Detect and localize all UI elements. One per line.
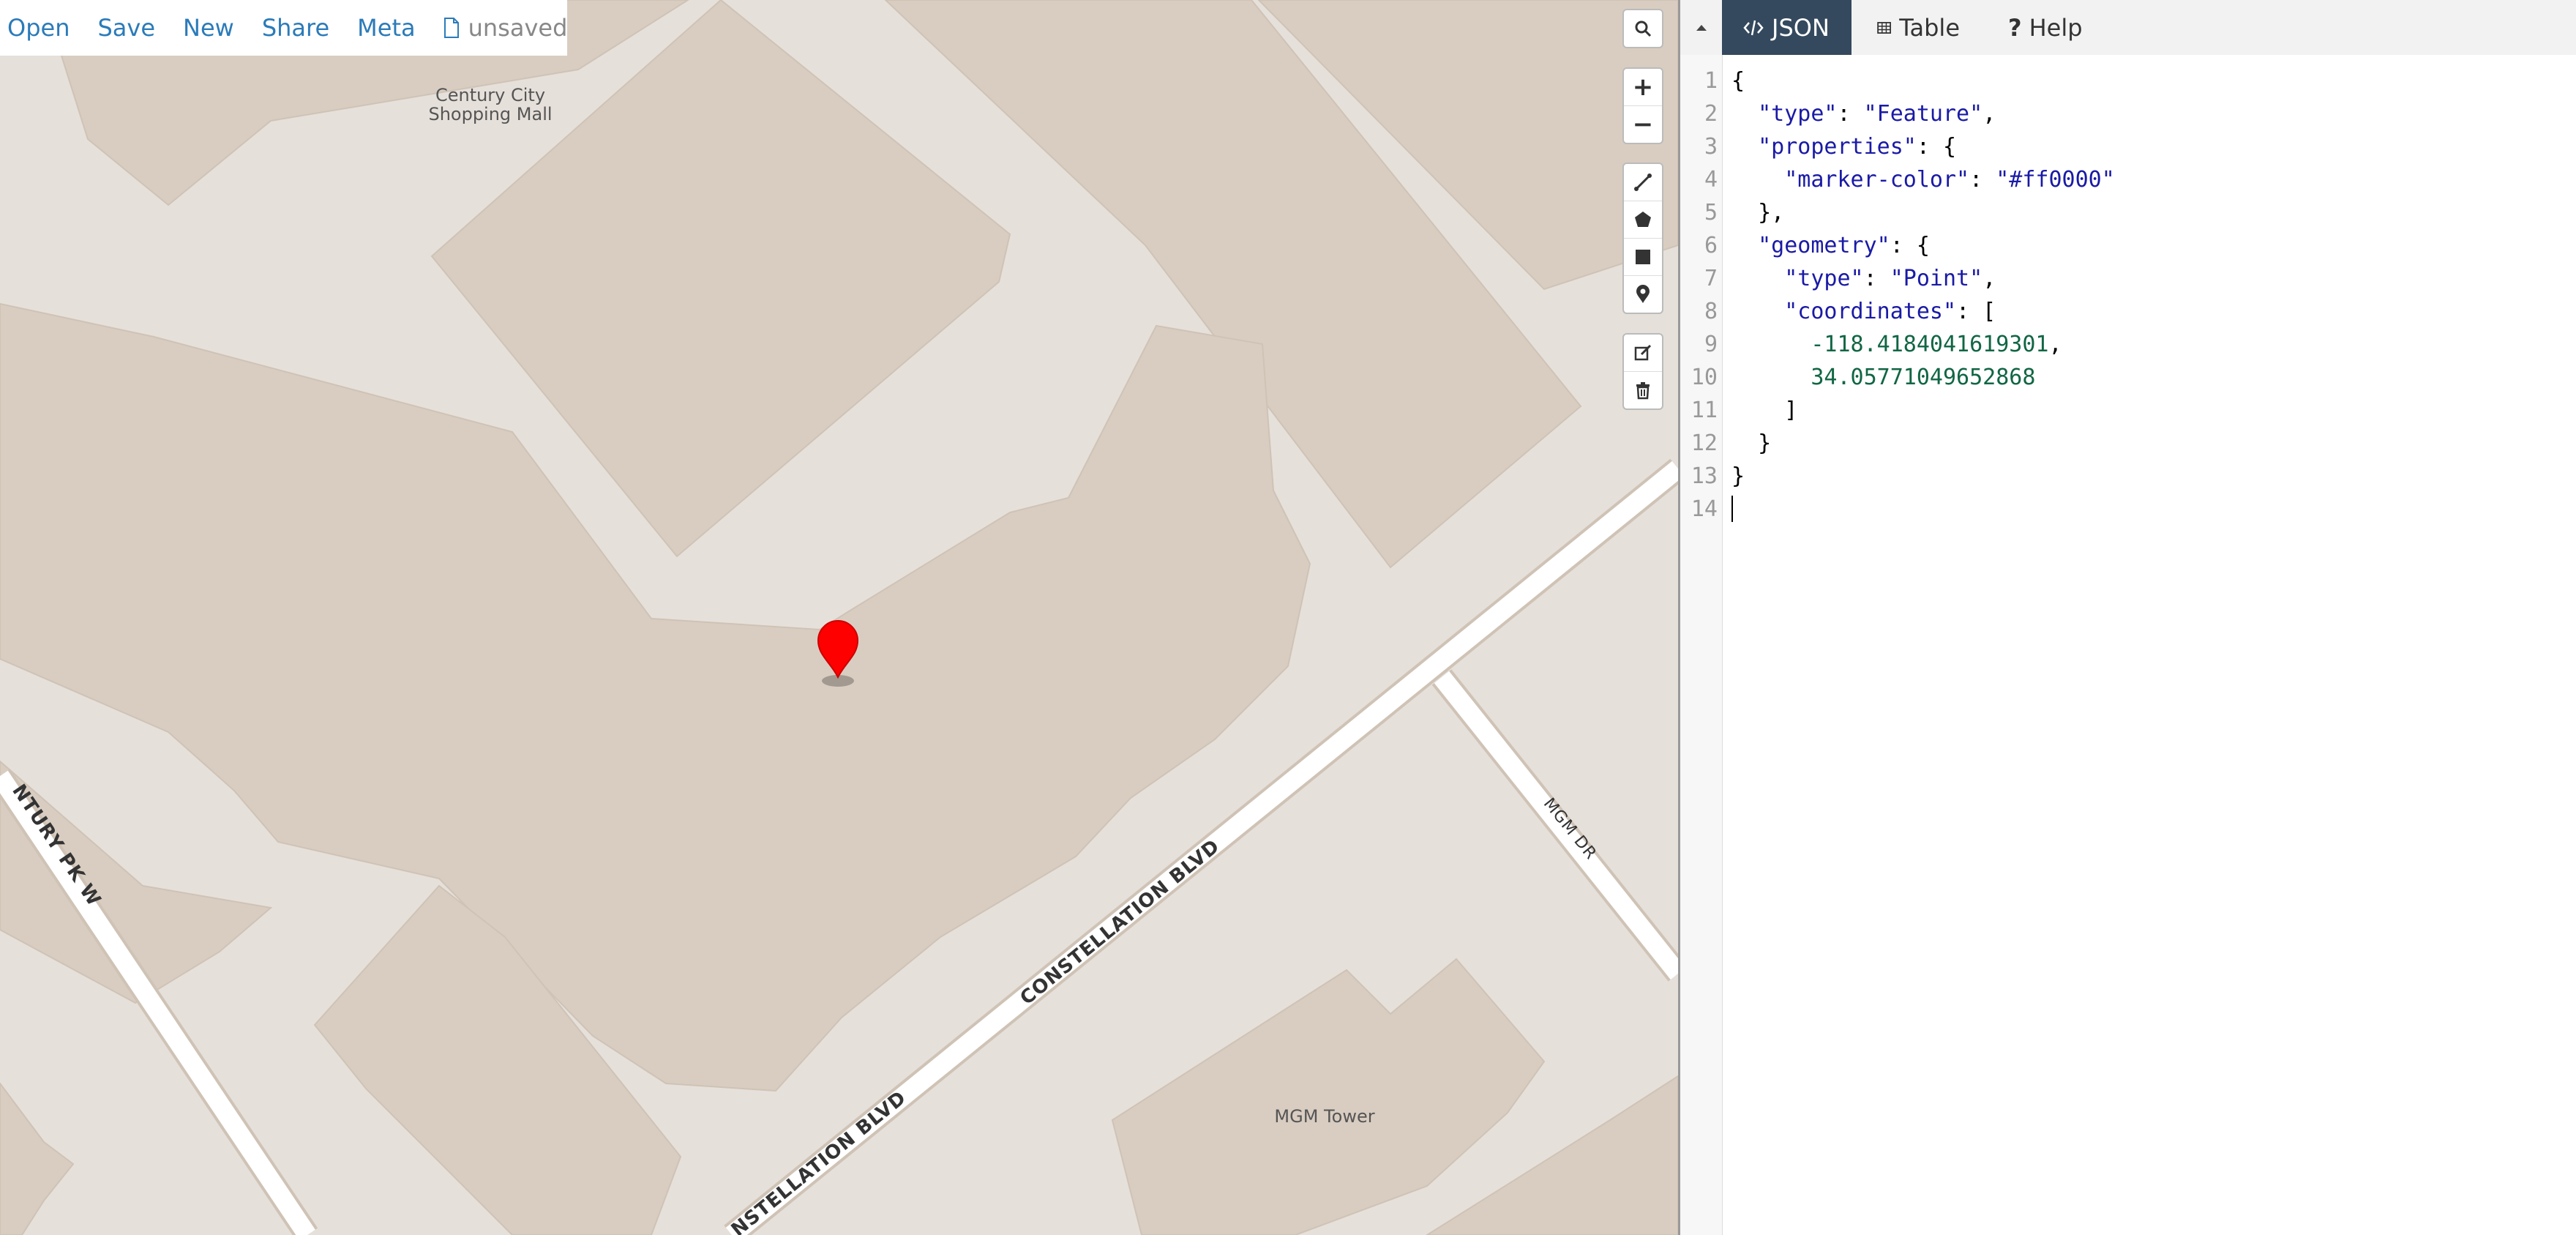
share-menu-item[interactable]: Share (262, 14, 329, 42)
edit-control (1622, 333, 1663, 410)
json-punct: }, (1758, 200, 1785, 225)
json-punct: ] (1784, 398, 1798, 423)
json-separator: : (1863, 266, 1890, 291)
line-number: 5 (1704, 200, 1718, 225)
save-menu-item[interactable]: Save (97, 14, 155, 42)
json-key: "coordinates" (1784, 299, 1957, 324)
json-comma: , (1982, 266, 1996, 291)
zoom-in-button[interactable]: + (1624, 69, 1662, 105)
json-punct: : [ (1956, 299, 1996, 324)
json-comma: , (1982, 101, 1996, 127)
file-status-text: unsaved (468, 14, 568, 42)
file-status[interactable]: unsaved (443, 14, 568, 42)
tab-table[interactable]: Table (1856, 0, 1980, 55)
json-punct: : { (1916, 134, 1957, 160)
json-number: -118.4184041619301 (1811, 332, 2049, 357)
tab-json-label: JSON (1772, 13, 1830, 42)
code-line-4: "marker-color": "#ff0000" (1731, 163, 2115, 196)
pane-tab-bar: JSON Table ? Help (1680, 0, 2576, 55)
text-cursor (1731, 496, 1733, 522)
code-line-5: }, (1731, 196, 1784, 229)
question-icon: ? (2008, 13, 2022, 42)
marker-draw-icon (1636, 285, 1650, 303)
json-string: "Point" (1890, 266, 1983, 291)
code-line-11: ] (1731, 394, 1797, 427)
code-line-13: } (1731, 463, 1745, 489)
zoom-control: + − (1622, 67, 1663, 144)
line-number: 7 (1704, 266, 1718, 291)
open-menu-item[interactable]: Open (7, 14, 70, 42)
line-number: 4 (1704, 167, 1718, 193)
tab-help[interactable]: ? Help (1988, 0, 2097, 55)
line-number: 12 (1690, 430, 1718, 456)
editor-pane: JSON Table ? Help 1 2 3 4 5 6 7 8 9 10 11 12 13 14 { … (1678, 0, 2576, 1235)
search-control (1622, 9, 1663, 48)
collapse-pane-button[interactable] (1680, 0, 1722, 55)
line-number: 8 (1704, 299, 1718, 324)
zoom-out-button[interactable]: − (1624, 105, 1662, 143)
line-draw-icon (1634, 174, 1652, 191)
json-comma: , (2048, 332, 2062, 357)
edit-layers-button[interactable] (1624, 335, 1662, 371)
new-menu-item[interactable]: New (183, 14, 234, 42)
line-number: 14 (1690, 496, 1718, 522)
line-number: 1 (1704, 68, 1718, 94)
json-key: "marker-color" (1784, 167, 1970, 193)
place-label-mgm-tower: MGM Tower (1274, 1106, 1375, 1127)
tab-json[interactable]: JSON (1722, 0, 1852, 55)
line-number: 3 (1704, 134, 1718, 160)
json-key: "type" (1758, 101, 1838, 127)
json-separator: : (1969, 167, 1996, 193)
draw-marker-button[interactable] (1624, 275, 1662, 313)
polygon-draw-icon (1635, 212, 1651, 227)
line-number: 11 (1690, 398, 1718, 423)
code-line-8: "coordinates": [ (1731, 295, 1996, 328)
draw-polygon-button[interactable] (1624, 201, 1662, 238)
json-number: 34.05771049652868 (1811, 365, 2036, 390)
code-line-12: } (1731, 427, 1771, 460)
code-line-9: -118.4184041619301, (1731, 328, 2062, 361)
code-line-3: "properties": { (1731, 130, 1956, 163)
file-icon (443, 18, 459, 38)
draw-rectangle-button[interactable] (1624, 238, 1662, 275)
line-number: 2 (1704, 101, 1718, 127)
rectangle-draw-icon (1636, 250, 1650, 264)
code-line-6: "geometry": { (1731, 229, 1930, 262)
code-line-1: { (1731, 68, 1745, 94)
draw-line-button[interactable] (1624, 164, 1662, 201)
place-label-century-city: Century City Shopping Mall (428, 85, 553, 124)
line-number: 9 (1704, 332, 1718, 357)
json-punct: } (1758, 430, 1772, 456)
search-icon (1635, 20, 1652, 37)
caret-up-icon (1696, 24, 1707, 31)
trash-icon (1636, 382, 1650, 400)
delete-layers-button[interactable] (1624, 371, 1662, 408)
table-icon (1877, 21, 1892, 34)
map-basemap (0, 0, 1678, 1235)
json-string: "Feature" (1863, 101, 1983, 127)
meta-menu-item[interactable]: Meta (357, 14, 415, 42)
json-key: "type" (1784, 266, 1864, 291)
json-code-editor[interactable]: 1 2 3 4 5 6 7 8 9 10 11 12 13 14 { "type": "Feature",… (1680, 55, 2576, 1235)
draw-control (1622, 163, 1663, 314)
json-string: "#ff0000" (1996, 167, 2115, 193)
code-line-7: "type": "Point", (1731, 262, 1996, 295)
line-number-gutter: 1 2 3 4 5 6 7 8 9 10 11 12 13 14 (1680, 55, 1723, 1235)
file-menu-bar: Open Save New Share Meta unsaved (0, 0, 567, 56)
tab-help-label: Help (2029, 13, 2083, 42)
code-icon (1743, 20, 1764, 35)
line-number: 6 (1704, 233, 1718, 258)
json-punct: : { (1890, 233, 1930, 258)
json-separator: : (1837, 101, 1864, 127)
code-line-2: "type": "Feature", (1731, 97, 1996, 130)
code-line-10: 34.05771049652868 (1731, 361, 2035, 394)
edit-icon (1634, 344, 1652, 361)
tab-table-label: Table (1899, 13, 1960, 42)
json-key: "geometry" (1758, 233, 1890, 258)
map-canvas[interactable]: Century City Shopping Mall MGM Tower NTU… (0, 0, 1678, 1235)
line-number: 13 (1690, 463, 1718, 489)
search-button[interactable] (1624, 10, 1662, 47)
json-key: "properties" (1758, 134, 1917, 160)
line-number: 10 (1690, 365, 1718, 390)
